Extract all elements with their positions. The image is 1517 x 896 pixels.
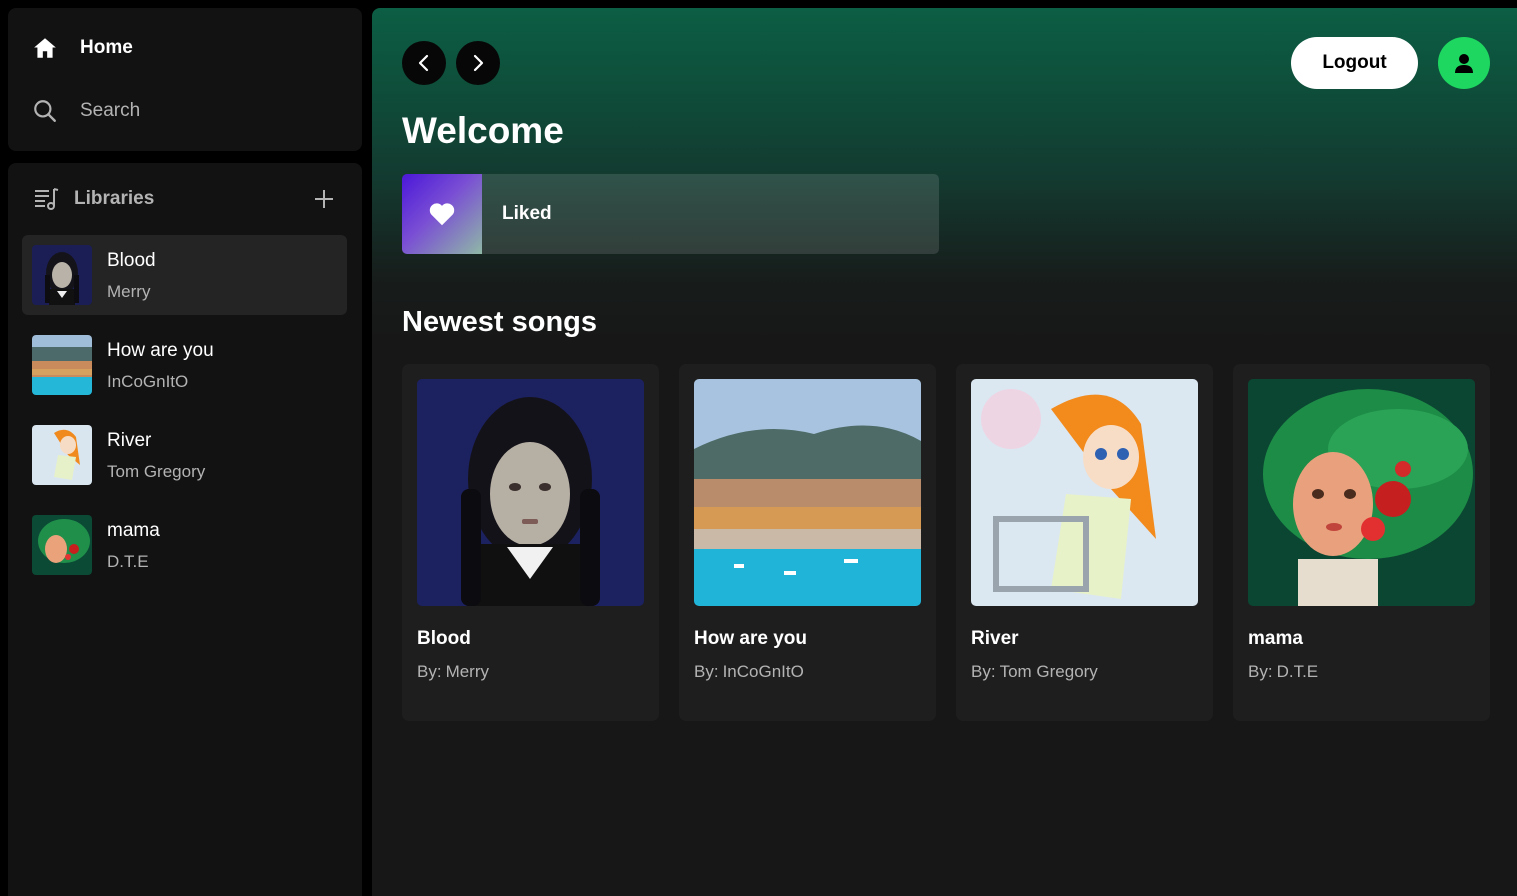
library-item[interactable]: How are you InCoGnItO (22, 325, 347, 405)
library-item-artist: Tom Gregory (107, 461, 206, 481)
library-item-title: Blood (107, 249, 156, 271)
main-panel: Logout Welcome Liked Newest songs Blood … (372, 8, 1517, 896)
girl-braids-art (417, 379, 644, 606)
library-item-artist: InCoGnItO (107, 371, 189, 391)
song-card[interactable]: mama By: D.T.E (1233, 364, 1490, 721)
coastal-city-art (32, 335, 92, 395)
song-artist: By: InCoGnItO (694, 662, 804, 681)
song-title: How are you (694, 628, 807, 649)
song-card[interactable]: Blood By: Merry (402, 364, 659, 721)
song-title: Blood (417, 628, 471, 649)
nav-search[interactable]: Search (32, 98, 140, 124)
library-header[interactable]: Libraries (32, 185, 154, 213)
library-item[interactable]: River Tom Gregory (22, 415, 347, 495)
song-card[interactable]: River By: Tom Gregory (956, 364, 1213, 721)
liked-art (402, 174, 482, 254)
page-title: Welcome (402, 110, 564, 151)
song-artist: By: Tom Gregory (971, 662, 1098, 681)
logout-button[interactable]: Logout (1291, 37, 1418, 89)
back-button[interactable] (402, 41, 446, 85)
anime-girl-art (32, 425, 92, 485)
library-list: Blood Merry How are you InCoGnItO River … (22, 235, 347, 595)
forward-button[interactable] (456, 41, 500, 85)
liked-label: Liked (502, 203, 552, 224)
library-item-title: River (107, 429, 152, 451)
green-hair-art (32, 515, 92, 575)
library-panel: Libraries Blood Merry How are you InCoGn… (8, 163, 362, 896)
song-title: mama (1248, 628, 1303, 649)
library-item-artist: Merry (107, 281, 151, 301)
song-card[interactable]: How are you By: InCoGnItO (679, 364, 936, 721)
nav-panel: Home Search (8, 8, 362, 151)
library-icon (35, 188, 59, 210)
library-item-title: mama (107, 519, 160, 541)
nav-search-label: Search (80, 100, 141, 121)
chevron-left-icon (418, 54, 429, 72)
user-icon (1455, 54, 1473, 73)
library-item[interactable]: Blood Merry (22, 235, 347, 315)
song-title: River (971, 628, 1019, 649)
library-item-artist: D.T.E (107, 551, 149, 571)
profile-button[interactable] (1438, 37, 1490, 89)
chevron-right-icon (473, 54, 484, 72)
home-icon (34, 38, 56, 58)
search-icon (34, 100, 56, 122)
library-item-title: How are you (107, 339, 214, 361)
liked-songs-card[interactable]: Liked (402, 174, 939, 254)
girl-braids-art (32, 245, 92, 305)
library-item[interactable]: mama D.T.E (22, 505, 347, 585)
song-artist: By: D.T.E (1248, 662, 1319, 681)
anime-girl-art (971, 379, 1198, 606)
library-title: Libraries (74, 188, 155, 209)
nav-home-label: Home (80, 37, 133, 58)
add-playlist-icon[interactable] (310, 185, 338, 213)
coastal-city-art (694, 379, 921, 606)
song-artist: By: Merry (417, 662, 490, 681)
section-title-newest: Newest songs (402, 306, 597, 338)
heart-icon (429, 203, 455, 226)
nav-home[interactable]: Home (32, 35, 133, 61)
green-hair-art (1248, 379, 1475, 606)
